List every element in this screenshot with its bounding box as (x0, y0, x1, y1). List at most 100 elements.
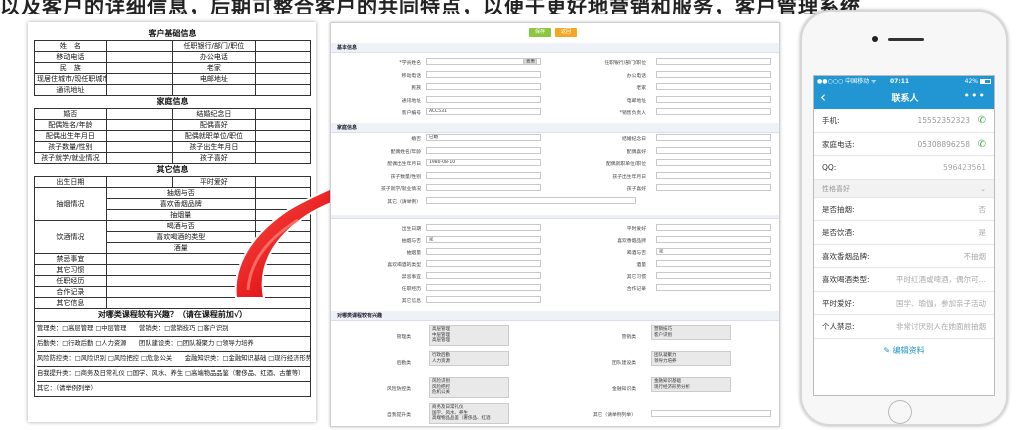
check-duplicate-button[interactable]: 查重 (523, 58, 537, 65)
text-input[interactable] (656, 83, 771, 90)
section-header[interactable]: 性格喜好 ⌄ (814, 179, 994, 198)
text-input[interactable] (426, 224, 541, 231)
course-options[interactable]: 营销技巧 客户识别 (651, 325, 731, 340)
text-input[interactable] (656, 236, 771, 243)
field-value (254, 119, 312, 131)
contact-field-label: 喜欢香烟品牌: (822, 251, 870, 261)
course-line: 风险防控类：□风险识别 □风险把控 □危急公关 金融知识类：□金融知识基础 □现… (37, 352, 310, 367)
form-label: 任职经历 (401, 287, 421, 292)
field-label: 配偶喜好 (171, 119, 256, 131)
contact-row[interactable]: 平时爱好: 国学、瑜伽，参加亲子活动 (814, 292, 994, 315)
save-button[interactable]: 保存 (529, 28, 551, 37)
course-label: 团队建设类 (612, 361, 636, 366)
text-input[interactable] (426, 146, 541, 154)
text-input[interactable] (426, 70, 541, 78)
text-input[interactable] (656, 224, 771, 231)
smoke-label: 抽烟情况 (34, 187, 107, 221)
form-label: 结婚纪念日 (622, 137, 646, 142)
text-input[interactable] (656, 58, 771, 65)
text-input[interactable]: 已婚 (426, 134, 541, 141)
contact-field-value: 非常讨厌别人在她面前抽烟 (896, 322, 986, 331)
section-family: 家庭信息 (331, 123, 779, 133)
form-label: 婚否 (411, 137, 421, 142)
home-button[interactable] (888, 400, 912, 424)
back-button[interactable]: 返回 (555, 28, 577, 37)
text-input[interactable]: 1980-08-10 (426, 159, 541, 166)
text-input[interactable] (426, 95, 541, 103)
field-value (254, 40, 312, 52)
text-input[interactable] (656, 272, 771, 279)
text-input[interactable] (656, 70, 771, 78)
field-label: 孩子数量/性别 (34, 141, 107, 153)
more-dots-icon[interactable]: ••• (964, 89, 986, 102)
text-input[interactable] (656, 159, 771, 166)
text-input[interactable] (656, 260, 771, 267)
course-title: 对哪类课程较有兴趣？（请在课程前加√） (34, 309, 311, 322)
contact-row[interactable]: ✆ 家庭电话: 05308896258 (814, 133, 994, 156)
field-value (105, 51, 173, 63)
phone-call-icon[interactable]: ✆ (978, 133, 986, 156)
course-options[interactable]: 高层管理 中层管理 高层管理 (429, 325, 509, 346)
course-options[interactable]: 团队凝聚力 领导力培养 (651, 351, 731, 366)
field-label: 禁忌事宜 (34, 253, 107, 265)
contact-field-value: 15552352323 (917, 116, 971, 125)
contact-field-label: 个人禁忌: (822, 322, 855, 331)
text-input[interactable] (656, 108, 771, 115)
contact-row[interactable]: 是否饮酒: 是 (814, 221, 994, 245)
text-input[interactable] (426, 260, 541, 267)
edit-profile-label: 编辑资料 (892, 345, 925, 355)
text-input[interactable] (656, 146, 771, 154)
form-label: *学员姓名 (399, 61, 421, 66)
clock-text: 07:11 (890, 78, 910, 85)
form-label: 其它（请举例） (387, 199, 421, 205)
contact-row[interactable]: 是否抽烟: 否 (814, 198, 994, 221)
text-input[interactable] (426, 272, 541, 279)
text-input[interactable] (426, 284, 541, 291)
form-label: 禁忌事宜 (401, 275, 421, 280)
form-row: 民 族 老家 (34, 62, 312, 74)
contact-row[interactable]: ✆ 手机: 15552352323 (814, 109, 994, 133)
course-options[interactable]: 风险识别 风险把控 危机公关 (429, 377, 509, 398)
contact-row[interactable]: 喜欢喝酒类型: 平时红酒或啤酒，偶尔可… (814, 268, 994, 292)
family-info-title: 家庭信息 (156, 97, 189, 106)
text-input[interactable] (426, 296, 541, 303)
form-row: 配偶姓名/年龄 配偶喜好 (34, 119, 312, 131)
text-input[interactable] (426, 196, 636, 204)
text-input[interactable]: ACC531 (426, 108, 541, 115)
text-input[interactable] (426, 171, 541, 179)
course-lines: 管理类：□高层管理 □中层管理 营销类：□营销技巧 □客户识别 后勤类：□行政后勤… (34, 322, 311, 397)
course-label: 管理类 (396, 335, 411, 340)
text-input[interactable] (651, 410, 771, 417)
field-value (254, 108, 312, 120)
contact-row[interactable]: 喜欢香烟品牌: 不抽烟 (814, 245, 994, 268)
text-input[interactable] (656, 95, 771, 103)
text-input[interactable] (426, 83, 541, 90)
field-label: 配偶出生年月日 (34, 130, 107, 142)
contact-field-value: 国学、瑜伽，参加亲子活动 (896, 298, 986, 308)
text-input[interactable] (426, 248, 541, 255)
text-input[interactable]: 是 (656, 248, 771, 255)
edit-profile-button[interactable]: ✎ 编辑资料 (814, 339, 994, 363)
field-value (105, 62, 173, 74)
course-label: 后勤类 (396, 361, 411, 366)
field-label: 电邮地址 (171, 73, 256, 85)
text-input[interactable]: 是 (426, 236, 541, 243)
form-row: 移动电话 办公电话 (34, 51, 312, 63)
form-label: 喝酒与否 (626, 251, 646, 256)
section-basic: 基本信息 (331, 43, 779, 53)
text-input[interactable] (656, 184, 771, 191)
field-label: 其它信息 (34, 297, 107, 309)
text-input[interactable] (656, 171, 771, 179)
text-input[interactable] (656, 134, 771, 141)
battery-icon (980, 79, 991, 84)
text-input[interactable] (426, 184, 541, 191)
contact-row[interactable]: 个人禁忌: 非常讨厌别人在她面前抽烟 (814, 315, 994, 339)
form-label: 孩子喜好 (626, 187, 646, 192)
contact-row[interactable]: QQ: 596423561 (814, 156, 994, 180)
field-value (105, 152, 173, 164)
phone-call-icon[interactable]: ✆ (978, 109, 986, 132)
course-options[interactable]: 金融知识基础 现行经济形势分析 (651, 377, 731, 392)
course-options[interactable]: 行政后勤 人力资源 (429, 351, 509, 366)
text-input[interactable] (656, 284, 771, 291)
course-options[interactable]: 商务及日常礼仪 国学、风水、养生 高端物品品鉴（奢侈品、红酒 (429, 403, 509, 424)
